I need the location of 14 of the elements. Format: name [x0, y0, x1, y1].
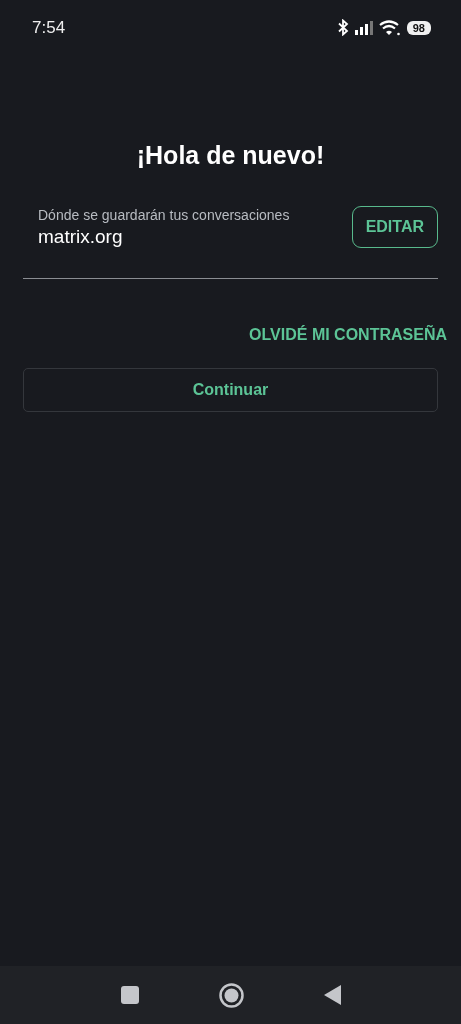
recents-icon[interactable] [120, 986, 139, 1004]
wifi-icon [378, 19, 401, 36]
home-icon[interactable] [218, 982, 244, 1008]
status-time: 7:54 [32, 17, 66, 38]
forgot-password-link[interactable]: OLVIDÉ MI CONTRASEÑA [245, 322, 451, 348]
edit-button[interactable]: EDITAR [351, 206, 438, 248]
server-name: matrix.org [38, 225, 124, 248]
continue-button[interactable]: Continuar [23, 368, 438, 412]
server-label: Dónde se guardarán tus conversaciones [38, 206, 290, 223]
battery-indicator: 98 [406, 20, 431, 35]
signal-icon [354, 20, 373, 35]
bluetooth-icon [336, 19, 349, 36]
back-icon[interactable] [323, 985, 341, 1005]
welcome-title: ¡Hola de nuevo! [135, 141, 326, 170]
